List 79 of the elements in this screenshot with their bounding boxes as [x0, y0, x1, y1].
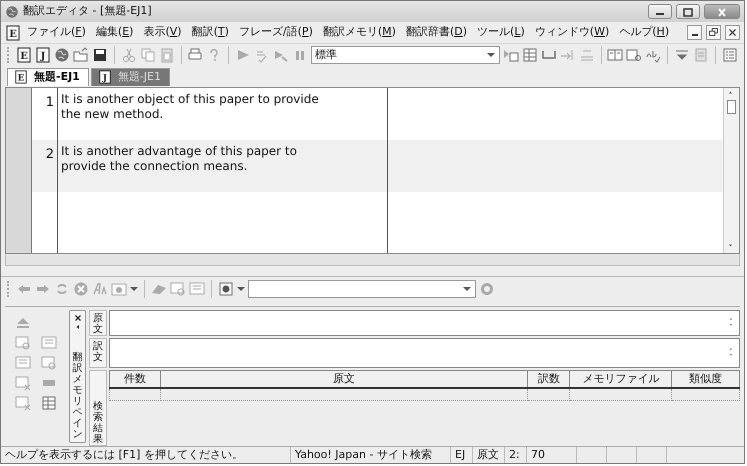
status-message: ヘルプを表示するには [F1] を押してください。: [1, 446, 291, 463]
search-engine-label: Yahoo! Japan - サイト検索: [291, 446, 451, 463]
caret-icon: [486, 52, 495, 57]
menu-item[interactable]: 翻訳辞書(D): [402, 23, 472, 42]
close-icon[interactable]: [72, 312, 82, 322]
minimize-button[interactable]: [648, 4, 672, 20]
close-button[interactable]: [725, 25, 740, 40]
globe-icon[interactable]: [54, 46, 70, 63]
copy-icon[interactable]: [140, 46, 156, 63]
column-header[interactable]: 類似度: [672, 370, 740, 388]
direction-indicator: EJ: [451, 446, 473, 463]
document-icon: E: [5, 24, 21, 41]
document-icon: E: [14, 70, 28, 84]
column-header[interactable]: 訳数: [528, 370, 570, 388]
menu-item[interactable]: 表示(V): [139, 23, 186, 42]
pane-title: 翻訳メモリペイン: [72, 352, 82, 440]
search-icon[interactable]: [479, 281, 495, 298]
document-tab[interactable]: E 無題-EJ1: [7, 68, 89, 86]
minimize-icon: [656, 13, 664, 16]
column-header[interactable]: 原文: [160, 370, 528, 388]
memory-register-icon[interactable]: [189, 281, 205, 298]
table-icon[interactable]: [41, 394, 57, 410]
line-indicator: 2:: [505, 446, 527, 463]
text-field[interactable]: [109, 310, 740, 336]
maximize-button[interactable]: [676, 4, 700, 20]
vertical-scrollbar[interactable]: [723, 88, 739, 253]
text-field[interactable]: [109, 338, 740, 368]
list-icon[interactable]: [722, 46, 738, 63]
memory-search-icon[interactable]: [41, 354, 57, 370]
menu-item[interactable]: 翻訳メモリ(M): [318, 23, 400, 42]
dictionary-icon[interactable]: [607, 46, 624, 63]
memory-delete-icon[interactable]: [15, 374, 31, 390]
document-icon: J: [98, 70, 112, 84]
minimize-button[interactable]: [687, 25, 702, 40]
menu-item[interactable]: フレーズ/語(P): [234, 23, 317, 42]
globe-icon: [5, 4, 19, 19]
column-indicator: 70: [527, 446, 577, 463]
memory-search-icon[interactable]: [15, 334, 31, 350]
horizontal-scrollbar[interactable]: [5, 254, 740, 266]
table-icon[interactable]: [522, 46, 538, 63]
line-number: 2: [32, 140, 58, 192]
memory-register-icon[interactable]: [15, 354, 31, 370]
caret-icon[interactable]: [237, 287, 245, 292]
results-label: 検索結果: [93, 400, 103, 444]
memory-search-icon[interactable]: [170, 281, 186, 298]
menu-item[interactable]: ヘルプ(H): [615, 23, 674, 42]
menu-item[interactable]: 翻訳(T): [188, 23, 233, 42]
dictionary-search-icon[interactable]: [626, 46, 642, 63]
target-label: 訳文: [93, 340, 103, 362]
mode-dropdown[interactable]: 標準: [311, 46, 500, 64]
document-tab[interactable]: J 無題-JE1: [90, 68, 170, 86]
column-header[interactable]: 件数: [110, 370, 160, 388]
menu-item[interactable]: ツール(L): [473, 23, 529, 42]
field-indicator: 原文: [473, 446, 505, 463]
source-sentence: It is another advantage of this paper to provide the connection means.: [58, 140, 388, 192]
menu-item[interactable]: ウィンドウ(W): [530, 23, 614, 42]
column-header[interactable]: メモリファイル: [570, 370, 672, 388]
menu-item[interactable]: 編集(E): [92, 23, 138, 42]
document-stack-icon[interactable]: [693, 46, 710, 63]
caret-icon: [463, 287, 471, 292]
pane-tab[interactable]: 翻訳メモリペイン: [69, 310, 86, 442]
caret-icon[interactable]: [130, 287, 138, 292]
menu-item[interactable]: ファイル(F): [23, 23, 90, 42]
document-icon[interactable]: E: [16, 46, 32, 63]
memory-register-icon[interactable]: [41, 334, 57, 350]
stop-icon[interactable]: [73, 281, 89, 298]
window-title: 翻訳エディタ - [無題-EJ1]: [23, 3, 152, 20]
minimize-icon: [692, 34, 698, 36]
scroll-thumb[interactable]: [727, 100, 736, 114]
source-label: 原文: [93, 312, 103, 334]
restore-button[interactable]: [706, 25, 721, 40]
disc-icon[interactable]: [218, 281, 234, 298]
document-icon[interactable]: J: [34, 46, 51, 63]
floppy-disk-icon[interactable]: [92, 46, 108, 63]
scissors-icon[interactable]: [120, 46, 137, 63]
memory-delete-icon[interactable]: [15, 394, 31, 410]
clipboard-icon[interactable]: [158, 46, 175, 63]
folder-icon[interactable]: [72, 46, 89, 63]
search-dropdown[interactable]: [248, 280, 476, 298]
